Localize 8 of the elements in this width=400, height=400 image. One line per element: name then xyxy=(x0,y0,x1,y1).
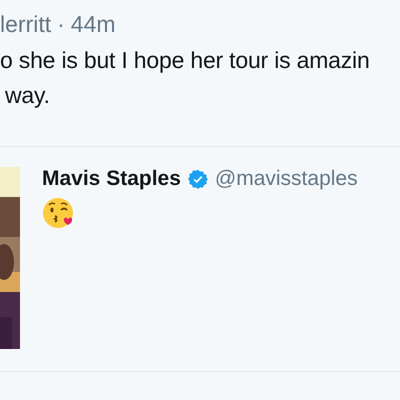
separator: · xyxy=(57,10,65,39)
kissing-face-icon xyxy=(42,197,74,229)
tweet-text: way. xyxy=(4,81,50,110)
user-handle[interactable]: @mavisstaples xyxy=(214,167,358,191)
tweet-time[interactable]: 44m xyxy=(70,8,116,40)
author-name[interactable]: lerritt xyxy=(0,8,52,40)
display-name[interactable]: Mavis Staples xyxy=(42,167,181,191)
tweet-text: o she is but I hope her tour is amazin xyxy=(0,46,371,75)
